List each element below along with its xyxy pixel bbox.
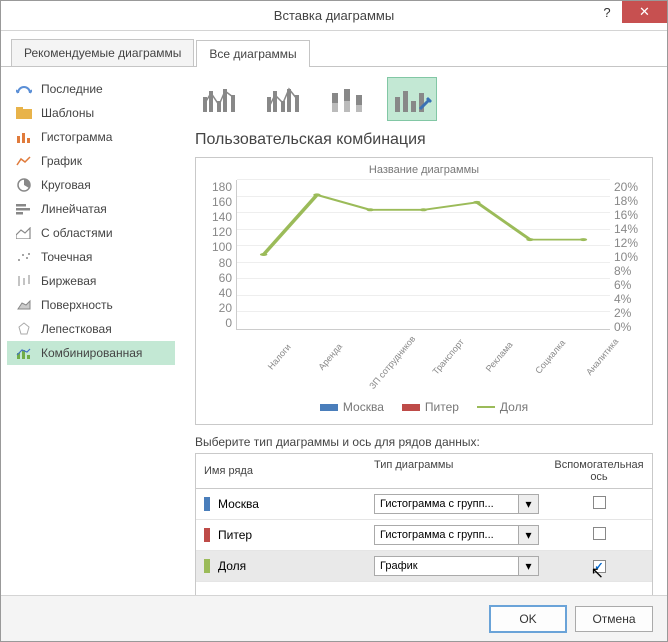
sidebar-label: Круговая [41,178,91,192]
series-prompt: Выберите тип диаграммы и ось для рядов д… [195,435,653,449]
scatter-chart-icon [15,250,33,264]
dialog-footer: OK Отмена [1,595,667,641]
sidebar-item-scatter[interactable]: Точечная [7,245,175,269]
line-chart-icon [15,154,33,168]
content: Последние Шаблоны Гистограмма График Кру… [1,67,667,587]
series-color-swatch [204,559,210,573]
tab-recommended[interactable]: Рекомендуемые диаграммы [11,39,194,66]
series-name: Москва [218,497,259,511]
sidebar-item-column[interactable]: Гистограмма [7,125,175,149]
chart-title: Название диаграммы [206,164,642,176]
chart-legend: Москва Питер Доля [206,400,642,414]
window-title: Вставка диаграммы [274,8,394,23]
sidebar-item-pie[interactable]: Круговая [7,173,175,197]
chart-type-sidebar: Последние Шаблоны Гистограмма График Кру… [1,67,181,587]
combo-input[interactable] [374,525,519,545]
chevron-down-icon[interactable]: ▾ [519,494,539,514]
folder-icon [15,106,33,120]
subtype-row [195,77,653,121]
sidebar-item-templates[interactable]: Шаблоны [7,101,175,125]
sidebar-label: Линейчатая [41,202,107,216]
sidebar-label: Гистограмма [41,130,112,144]
sidebar-label: Шаблоны [41,106,94,120]
sidebar-label: С областями [41,226,113,240]
stock-chart-icon [15,274,33,288]
table-row[interactable]: Москва ▾ [196,489,652,520]
ok-button[interactable]: OK [489,605,567,633]
surface-chart-icon [15,298,33,312]
chevron-down-icon[interactable]: ▾ [519,556,539,576]
titlebar: Вставка диаграммы ? ✕ [1,1,667,31]
secondary-axis-checkbox[interactable] [593,560,606,573]
column-chart-icon [15,130,33,144]
legend-item: Доля [477,400,528,414]
table-row[interactable]: Питер ▾ [196,520,652,551]
series-name: Доля [218,559,246,573]
section-title: Пользовательская комбинация [195,131,653,149]
legend-item: Москва [320,400,384,414]
series-name: Питер [218,528,252,542]
chart-type-combo[interactable]: ▾ [374,556,539,576]
secondary-axis-checkbox[interactable] [593,496,606,509]
chart-type-combo[interactable]: ▾ [374,525,539,545]
chart-area: 180160140120100806040200 20%18%16%14%12%… [206,180,642,330]
col-type-header: Тип диаграммы [366,454,546,488]
sidebar-label: Биржевая [41,274,96,288]
tab-all[interactable]: Все диаграммы [196,40,309,67]
table-header: Имя ряда Тип диаграммы Вспомогательная о… [196,454,652,489]
combo-input[interactable] [374,494,519,514]
radar-chart-icon [15,322,33,336]
sidebar-item-line[interactable]: График [7,149,175,173]
area-chart-icon [15,226,33,240]
sidebar-item-combo[interactable]: Комбинированная [7,341,175,365]
close-button[interactable]: ✕ [622,1,667,23]
combo-chart-icon [15,346,33,360]
series-color-swatch [204,497,210,511]
col-sec-header: Вспомогательная ось [546,454,652,488]
x-axis-labels: НалогиАрендаЗП сотрудниковТранспортРекла… [236,330,610,370]
chevron-down-icon[interactable]: ▾ [519,525,539,545]
sidebar-label: Поверхность [41,298,113,312]
pie-chart-icon [15,178,33,192]
subtype-custom[interactable] [387,77,437,121]
table-row[interactable]: Доля ▾ ↖ [196,551,652,582]
sidebar-label: Точечная [41,250,92,264]
sidebar-item-recent[interactable]: Последние [7,77,175,101]
sidebar-label: Комбинированная [41,346,142,360]
sidebar-label: Лепестковая [41,322,112,336]
sidebar-label: График [41,154,82,168]
chart-type-combo[interactable]: ▾ [374,494,539,514]
recent-icon [15,82,33,96]
subtype-1[interactable] [195,77,245,121]
plot-area [236,180,610,330]
series-color-swatch [204,528,210,542]
subtype-3[interactable] [323,77,373,121]
sidebar-item-surface[interactable]: Поверхность [7,293,175,317]
subtype-2[interactable] [259,77,309,121]
secondary-axis-checkbox[interactable] [593,527,606,540]
sidebar-item-radar[interactable]: Лепестковая [7,317,175,341]
col-name-header: Имя ряда [196,454,366,488]
dialog-window: Вставка диаграммы ? ✕ Рекомендуемые диаг… [0,0,668,642]
legend-item: Питер [402,400,459,414]
y-axis-left: 180160140120100806040200 [206,180,236,330]
combo-input[interactable] [374,556,519,576]
y-axis-right: 20%18%16%14%12%10%8%6%4%2%0% [610,180,642,330]
chart-preview: Название диаграммы 180160140120100806040… [195,157,653,425]
tab-bar: Рекомендуемые диаграммы Все диаграммы [1,31,667,67]
sidebar-item-stock[interactable]: Биржевая [7,269,175,293]
sidebar-item-bar[interactable]: Линейчатая [7,197,175,221]
sidebar-item-area[interactable]: С областями [7,221,175,245]
help-button[interactable]: ? [592,1,622,23]
main-panel: Пользовательская комбинация Название диа… [181,67,667,587]
bar-chart-icon [15,202,33,216]
cancel-button[interactable]: Отмена [575,606,653,632]
sidebar-label: Последние [41,82,103,96]
